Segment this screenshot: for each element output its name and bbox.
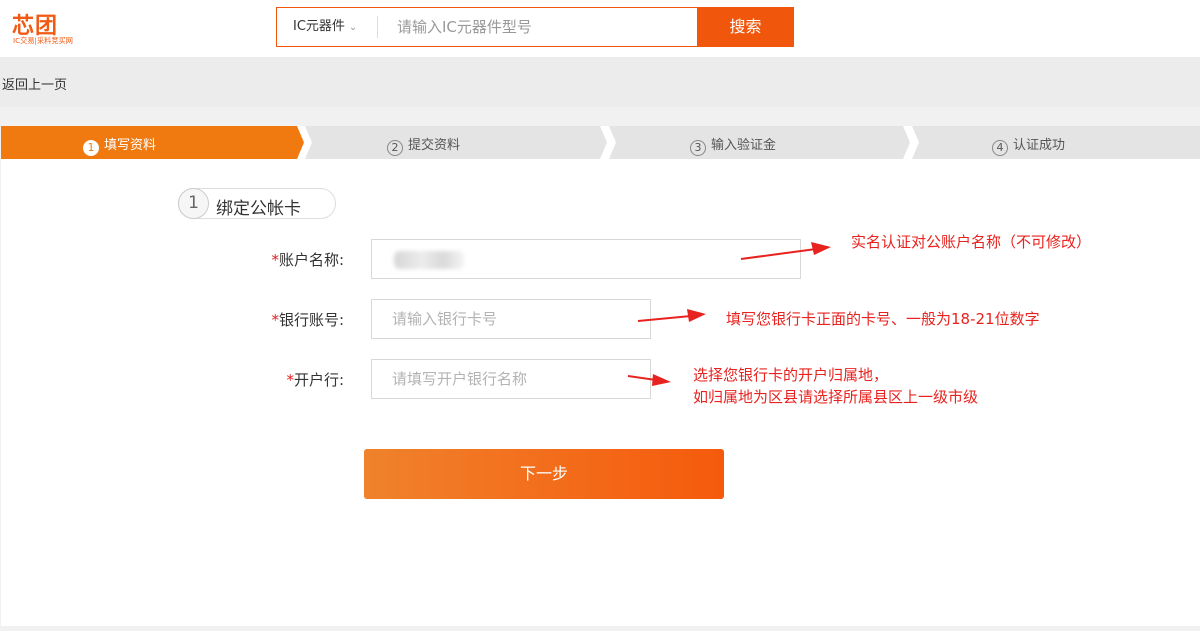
step-4: 4 认证成功 [912,126,1200,159]
required-mark: * [286,371,294,389]
bank-branch-label-text: 开户行: [293,371,344,389]
step-number: 2 [387,140,403,156]
step-label: 输入验证金 [711,138,777,153]
arrow-head-3 [652,374,671,386]
search-category-label: IC元器件 [293,19,345,34]
search-category-select[interactable]: IC元器件 ⌄ [277,8,377,46]
step-label: 填写资料 [104,138,157,153]
bank-account-label: *银行账号: [144,309,344,330]
chevron-down-icon: ⌄ [348,22,358,33]
step-number: 4 [992,140,1008,156]
bank-account-input[interactable] [372,300,650,338]
arrow-head-2 [687,309,706,322]
account-name-value-blurred [394,251,464,269]
search-button[interactable]: 搜索 [697,7,794,47]
bank-branch-annotation-line2: 如归属地为区县请选择所属县区上一级市级 [693,388,979,406]
section-heading: 1 绑定公帐卡 [178,188,336,219]
account-name-label-text: 账户名称: [278,251,344,269]
logo-slogan: IC交易|采料竞买网 [13,36,73,45]
bank-account-label-text: 银行账号: [278,311,344,329]
arrow-head-1 [811,242,831,255]
account-name-label: *账户名称: [144,249,344,270]
step-progress: 1 填写资料 2 提交资料 3 输入验证金 4 认证成功 [1,126,1200,159]
search-input[interactable] [387,8,687,46]
bank-branch-annotation-line1: 选择您银行卡的开户归属地， [693,366,889,384]
bank-branch-label: *开户行: [144,369,344,390]
section-number: 1 [178,188,209,219]
bank-account-field [371,299,651,339]
back-link[interactable]: 返回上一页 [2,74,67,93]
site-logo[interactable]: 芯团 IC交易|采料竞买网 [12,8,112,48]
next-step-button[interactable]: 下一步 [364,449,724,499]
back-bar: 返回上一页 [0,57,1200,107]
account-name-annotation: 实名认证对公账户名称（不可修改） [851,233,1092,251]
verification-card: 1 填写资料 2 提交资料 3 输入验证金 4 认证成功 1 绑定公帐卡 *账户名称: … [1,126,1200,626]
account-name-field [371,239,801,279]
required-mark: * [271,311,279,329]
search-divider [377,16,378,38]
step-number: 3 [690,140,706,156]
bank-branch-input[interactable] [372,360,650,398]
required-mark: * [271,251,279,269]
step-number: 1 [83,140,99,156]
step-label: 认证成功 [1013,138,1066,153]
bank-branch-field [371,359,651,399]
top-header: 芯团 IC交易|采料竞买网 IC元器件⌄ 搜索 [0,0,1200,57]
step-3: 3 输入验证金 [609,126,909,159]
section-title: 绑定公帐卡 [216,199,301,219]
step-1: 1 填写资料 [1,126,301,159]
step-2: 2 提交资料 [305,126,605,159]
bank-account-annotation: 填写您银行卡正面的卡号、一般为18-21位数字 [726,310,1040,328]
step-label: 提交资料 [408,138,461,153]
search-bar: IC元器件⌄ 搜索 [276,7,794,47]
